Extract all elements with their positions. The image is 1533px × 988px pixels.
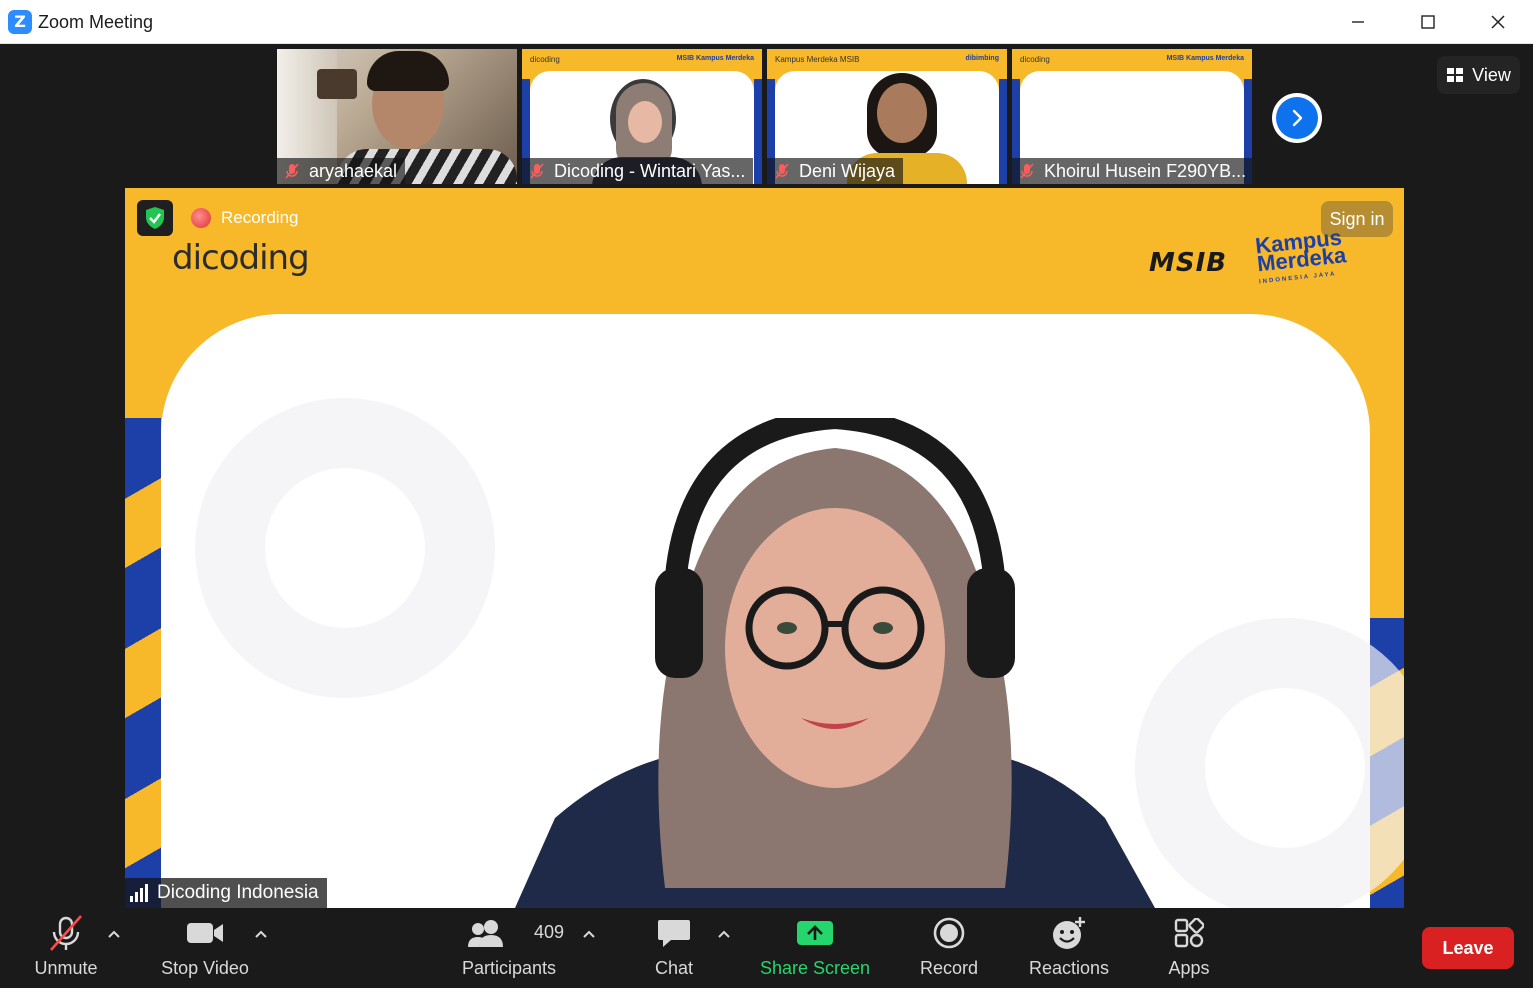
mic-muted-icon	[775, 163, 789, 179]
grid-view-icon	[1447, 68, 1464, 82]
brand-logo-right: MSIB Kampus Merdeka	[676, 55, 754, 62]
participant-nameplate: Khoirul Husein F290YB...	[1012, 158, 1252, 184]
chevron-up-icon	[255, 930, 267, 938]
participants-options-caret[interactable]	[579, 924, 599, 944]
video-options-caret[interactable]	[251, 924, 271, 944]
sign-in-button[interactable]: Sign in	[1321, 201, 1393, 237]
chevron-right-icon	[1292, 109, 1303, 127]
view-label: View	[1472, 64, 1511, 85]
recording-label: Recording	[221, 208, 299, 227]
headphones-right	[967, 568, 1015, 678]
participants-label: Participants	[461, 958, 557, 978]
active-speaker-video[interactable]: dicoding MSIB Kampus Merdeka INDONESIA J…	[125, 188, 1404, 908]
mic-muted-icon	[48, 908, 84, 958]
msib-logo: MSIB	[1149, 248, 1228, 278]
minimize-icon	[1352, 21, 1364, 23]
record-label: Record	[919, 958, 979, 978]
maximize-button[interactable]	[1393, 0, 1463, 44]
participant-count: 409	[534, 922, 565, 942]
chevron-up-icon	[108, 930, 120, 938]
dicoding-logo: dicoding	[172, 238, 310, 278]
speaker-name: Dicoding Indonesia	[157, 882, 319, 903]
mic-muted-icon	[285, 163, 299, 179]
share-screen-button[interactable]: Share Screen	[756, 908, 874, 988]
signal-bars-icon	[130, 884, 148, 902]
mic-muted-icon	[1020, 163, 1034, 179]
recording-dot-icon	[191, 208, 211, 228]
next-page-button[interactable]	[1272, 93, 1322, 143]
zoom-window: Z Zoom Meeting aryahaekal dicoding MSIB …	[0, 0, 1533, 988]
brand-logo-left: dicoding	[530, 55, 560, 64]
backdrop-decoration	[195, 398, 495, 698]
brand-band-left	[125, 418, 161, 908]
participant-name: Deni Wijaya	[799, 160, 896, 181]
zoom-logo-icon: Z	[8, 10, 32, 34]
meeting-toolbar: Unmute Stop Video Participants 409 Chat …	[0, 908, 1533, 988]
speaker-nameplate: Dicoding Indonesia	[125, 878, 327, 908]
chevron-up-icon	[583, 930, 595, 938]
participant-nameplate: aryahaekal	[277, 158, 406, 184]
chevron-up-icon	[718, 930, 730, 938]
minimize-button[interactable]	[1323, 0, 1393, 44]
participant-face	[628, 101, 662, 143]
participant-thumbnail[interactable]: dicoding MSIB Kampus Merdeka Dicoding - …	[522, 49, 762, 184]
share-screen-label: Share Screen	[759, 958, 871, 978]
headphones-left	[655, 568, 703, 678]
chat-label: Chat	[654, 958, 694, 978]
apps-button[interactable]: Apps	[1160, 908, 1218, 988]
share-screen-icon	[796, 908, 834, 958]
participants-icon	[467, 908, 505, 958]
chat-button[interactable]: Chat	[644, 908, 704, 988]
participant-thumbnail[interactable]: Kampus Merdeka MSIB dibimbing Deni Wijay…	[767, 49, 1007, 184]
participants-button[interactable]: Participants	[458, 908, 560, 988]
participant-nameplate: Deni Wijaya	[767, 158, 904, 184]
unmute-button[interactable]: Unmute	[28, 908, 104, 988]
reactions-label: Reactions	[1028, 958, 1110, 978]
next-page-circle	[1276, 97, 1318, 139]
participant-face	[877, 83, 927, 143]
audio-options-caret[interactable]	[104, 924, 124, 944]
chat-bubble-icon	[657, 908, 691, 958]
reactions-button[interactable]: Reactions	[1024, 908, 1114, 988]
view-button[interactable]: View	[1437, 56, 1520, 94]
participant-thumbnail[interactable]: dicoding MSIB Kampus Merdeka Khoirul Hus…	[1012, 49, 1252, 184]
title-bar: Z Zoom Meeting	[0, 0, 1533, 44]
stop-video-label: Stop Video	[161, 958, 249, 978]
security-shield-button[interactable]	[137, 200, 173, 236]
video-camera-icon	[186, 908, 224, 958]
participant-thumbnail[interactable]: aryahaekal	[277, 49, 517, 184]
unmute-label: Unmute	[34, 958, 98, 978]
brand-stripe	[754, 79, 762, 184]
participant-hair	[367, 51, 449, 91]
wall-clock	[317, 69, 357, 99]
mic-muted-icon	[530, 163, 544, 179]
brand-logo-left: Kampus Merdeka MSIB	[775, 55, 860, 64]
window-title: Zoom Meeting	[38, 12, 154, 32]
record-icon	[932, 908, 966, 958]
presenter-figure	[515, 418, 1155, 908]
participant-name: aryahaekal	[309, 160, 398, 181]
recording-indicator[interactable]: Recording	[191, 208, 299, 228]
participant-name: Dicoding - Wintari Yas...	[554, 160, 746, 181]
reactions-smiley-icon	[1051, 908, 1087, 958]
participant-nameplate: Dicoding - Wintari Yas...	[522, 158, 754, 184]
participant-name: Khoirul Husein F290YB...	[1044, 160, 1247, 181]
chat-options-caret[interactable]	[714, 924, 734, 944]
brand-logo-right: dibimbing	[965, 55, 999, 62]
apps-icon	[1174, 908, 1204, 958]
apps-label: Apps	[1168, 958, 1210, 978]
close-icon	[1491, 15, 1505, 29]
brand-logo-right: MSIB Kampus Merdeka	[1166, 55, 1244, 62]
brand-logo-left: dicoding	[1020, 55, 1050, 64]
shield-check-icon	[146, 207, 164, 229]
record-button[interactable]: Record	[914, 908, 984, 988]
leave-button[interactable]: Leave	[1422, 927, 1514, 969]
maximize-icon	[1421, 15, 1435, 29]
close-button[interactable]	[1463, 0, 1533, 44]
brand-stripe	[999, 79, 1007, 184]
stop-video-button[interactable]: Stop Video	[154, 908, 256, 988]
